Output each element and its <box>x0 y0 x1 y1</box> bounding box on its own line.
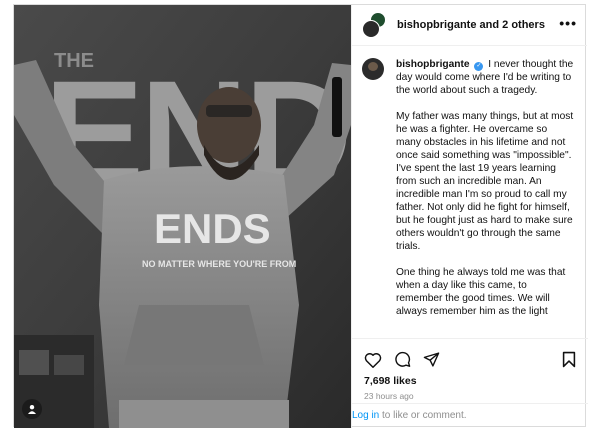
likes-count[interactable]: 7,698 likes <box>352 371 588 387</box>
collab-avatars[interactable] <box>362 12 388 38</box>
login-link[interactable]: Log in <box>352 410 379 421</box>
caption-text: bishopbrigante ✓ I never thought the day… <box>396 58 574 318</box>
shirt-subtext: NO MATTER WHERE YOU'RE FROM <box>142 259 296 269</box>
share-icon[interactable] <box>423 351 440 368</box>
avatar[interactable] <box>362 58 384 80</box>
more-options-button[interactable]: ••• <box>559 16 577 30</box>
caption-username[interactable]: bishopbrigante <box>396 59 470 70</box>
caption-paragraph: I've spent the last 19 years learning fr… <box>396 163 573 252</box>
action-icons <box>352 339 588 371</box>
post-photo[interactable]: THE ENDS ENDS NO MATTER WHERE YOU'RE FRO… <box>14 5 351 428</box>
author-others[interactable]: 2 others <box>502 19 545 31</box>
heart-icon[interactable] <box>364 352 382 368</box>
login-prompt-text: to like or comment. <box>379 410 467 421</box>
tagged-users-button[interactable] <box>22 399 42 419</box>
login-prompt: Log in to like or comment. <box>352 403 588 428</box>
verified-badge-icon: ✓ <box>474 62 484 71</box>
bookmark-icon[interactable] <box>562 351 576 368</box>
caption-paragraph: My father was many things, but at most h… <box>396 111 574 161</box>
user-tag-icon <box>28 405 36 414</box>
comment-icon[interactable] <box>394 351 411 368</box>
caption: bishopbrigante ✓ I never thought the day… <box>362 58 578 318</box>
caption-paragraph: One thing he always told me was that whe… <box>396 267 566 317</box>
author-and: and <box>479 19 500 31</box>
avatar <box>362 20 380 38</box>
post-author[interactable]: bishopbrigante and 2 others <box>397 19 545 31</box>
post-header: bishopbrigante and 2 others ••• <box>352 5 587 46</box>
instagram-post: THE ENDS ENDS NO MATTER WHERE YOU'RE FRO… <box>13 4 588 428</box>
author-username[interactable]: bishopbrigante <box>397 19 476 31</box>
photo-image: THE ENDS ENDS NO MATTER WHERE YOU'RE FRO… <box>14 5 351 428</box>
shirt-text: ENDS <box>154 205 271 252</box>
post-side-panel: bishopbrigante and 2 others ••• bishopbr… <box>351 5 588 428</box>
caption-area[interactable]: bishopbrigante ✓ I never thought the day… <box>352 46 588 338</box>
post-actions: 7,698 likes 23 hours ago Log in to like … <box>352 338 588 428</box>
post-timestamp[interactable]: 23 hours ago <box>352 387 588 401</box>
